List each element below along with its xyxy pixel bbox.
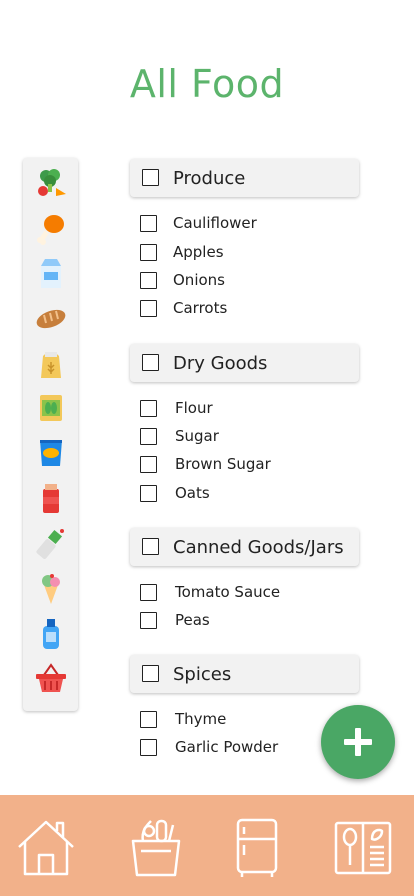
produce-icon[interactable] [34,166,68,200]
item-label: Thyme [175,710,227,728]
item-checkbox[interactable] [140,739,157,756]
groceries-icon[interactable] [125,817,187,879]
category-header-canned-goods[interactable]: Canned Goods/Jars [130,528,359,566]
item-checkbox[interactable] [140,244,157,261]
category-label: Dry Goods [173,353,268,374]
item-label: Peas [175,611,210,629]
add-item-button[interactable] [321,705,395,779]
canned-goods-icon[interactable] [34,391,68,425]
condiments-icon[interactable] [34,526,68,560]
cleaning-icon[interactable] [34,616,68,650]
bread-icon[interactable] [34,301,68,335]
list-item[interactable]: Flour [140,398,360,420]
list-item[interactable]: Peas [140,610,360,632]
list-item[interactable]: Tomato Sauce [140,582,360,604]
dessert-icon[interactable] [34,571,68,605]
basket-icon[interactable] [34,661,68,695]
item-checkbox[interactable] [140,456,157,473]
bottom-navigation [0,795,414,896]
item-checkbox[interactable] [140,400,157,417]
item-label: Flour [175,399,213,417]
category-checkbox[interactable] [142,538,159,555]
list-item[interactable]: Brown Sugar [140,454,360,476]
category-checkbox[interactable] [142,354,159,371]
item-checkbox[interactable] [140,272,157,289]
item-label: Apples [173,243,224,261]
home-icon[interactable] [15,817,77,879]
item-label: Onions [173,271,225,289]
list-item[interactable]: Apples [140,242,360,264]
item-label: Oats [175,484,210,502]
fridge-icon[interactable] [226,817,288,879]
item-checkbox[interactable] [140,711,157,728]
item-label: Carrots [173,299,228,317]
recipe-book-icon[interactable] [332,817,394,879]
item-label: Sugar [175,427,219,445]
category-label: Canned Goods/Jars [173,537,344,558]
item-checkbox[interactable] [140,215,157,232]
item-checkbox[interactable] [140,584,157,601]
list-item[interactable]: Cauliflower [140,213,360,235]
item-checkbox[interactable] [140,428,157,445]
category-label: Produce [173,168,246,189]
item-label: Garlic Powder [175,738,279,756]
flour-sack-icon[interactable] [34,346,68,380]
item-label: Tomato Sauce [175,583,281,601]
spice-jar-icon[interactable] [34,481,68,515]
category-label: Spices [173,664,232,685]
snacks-icon[interactable] [34,436,68,470]
category-sidebar [23,158,78,711]
category-header-dry-goods[interactable]: Dry Goods [130,344,359,382]
list-item[interactable]: Sugar [140,426,360,448]
list-item[interactable]: Oats [140,483,360,505]
category-checkbox[interactable] [142,665,159,682]
item-label: Cauliflower [173,214,257,232]
category-checkbox[interactable] [142,169,159,186]
item-checkbox[interactable] [140,485,157,502]
item-label: Brown Sugar [175,455,271,473]
list-item[interactable]: Onions [140,270,360,292]
item-checkbox[interactable] [140,612,157,629]
list-item[interactable]: Carrots [140,298,360,320]
category-header-spices[interactable]: Spices [130,655,359,693]
category-header-produce[interactable]: Produce [130,159,359,197]
item-checkbox[interactable] [140,300,157,317]
page-title: All Food [129,62,285,106]
plus-icon [344,728,372,756]
dairy-icon[interactable] [34,256,68,290]
meat-icon[interactable] [34,211,68,245]
